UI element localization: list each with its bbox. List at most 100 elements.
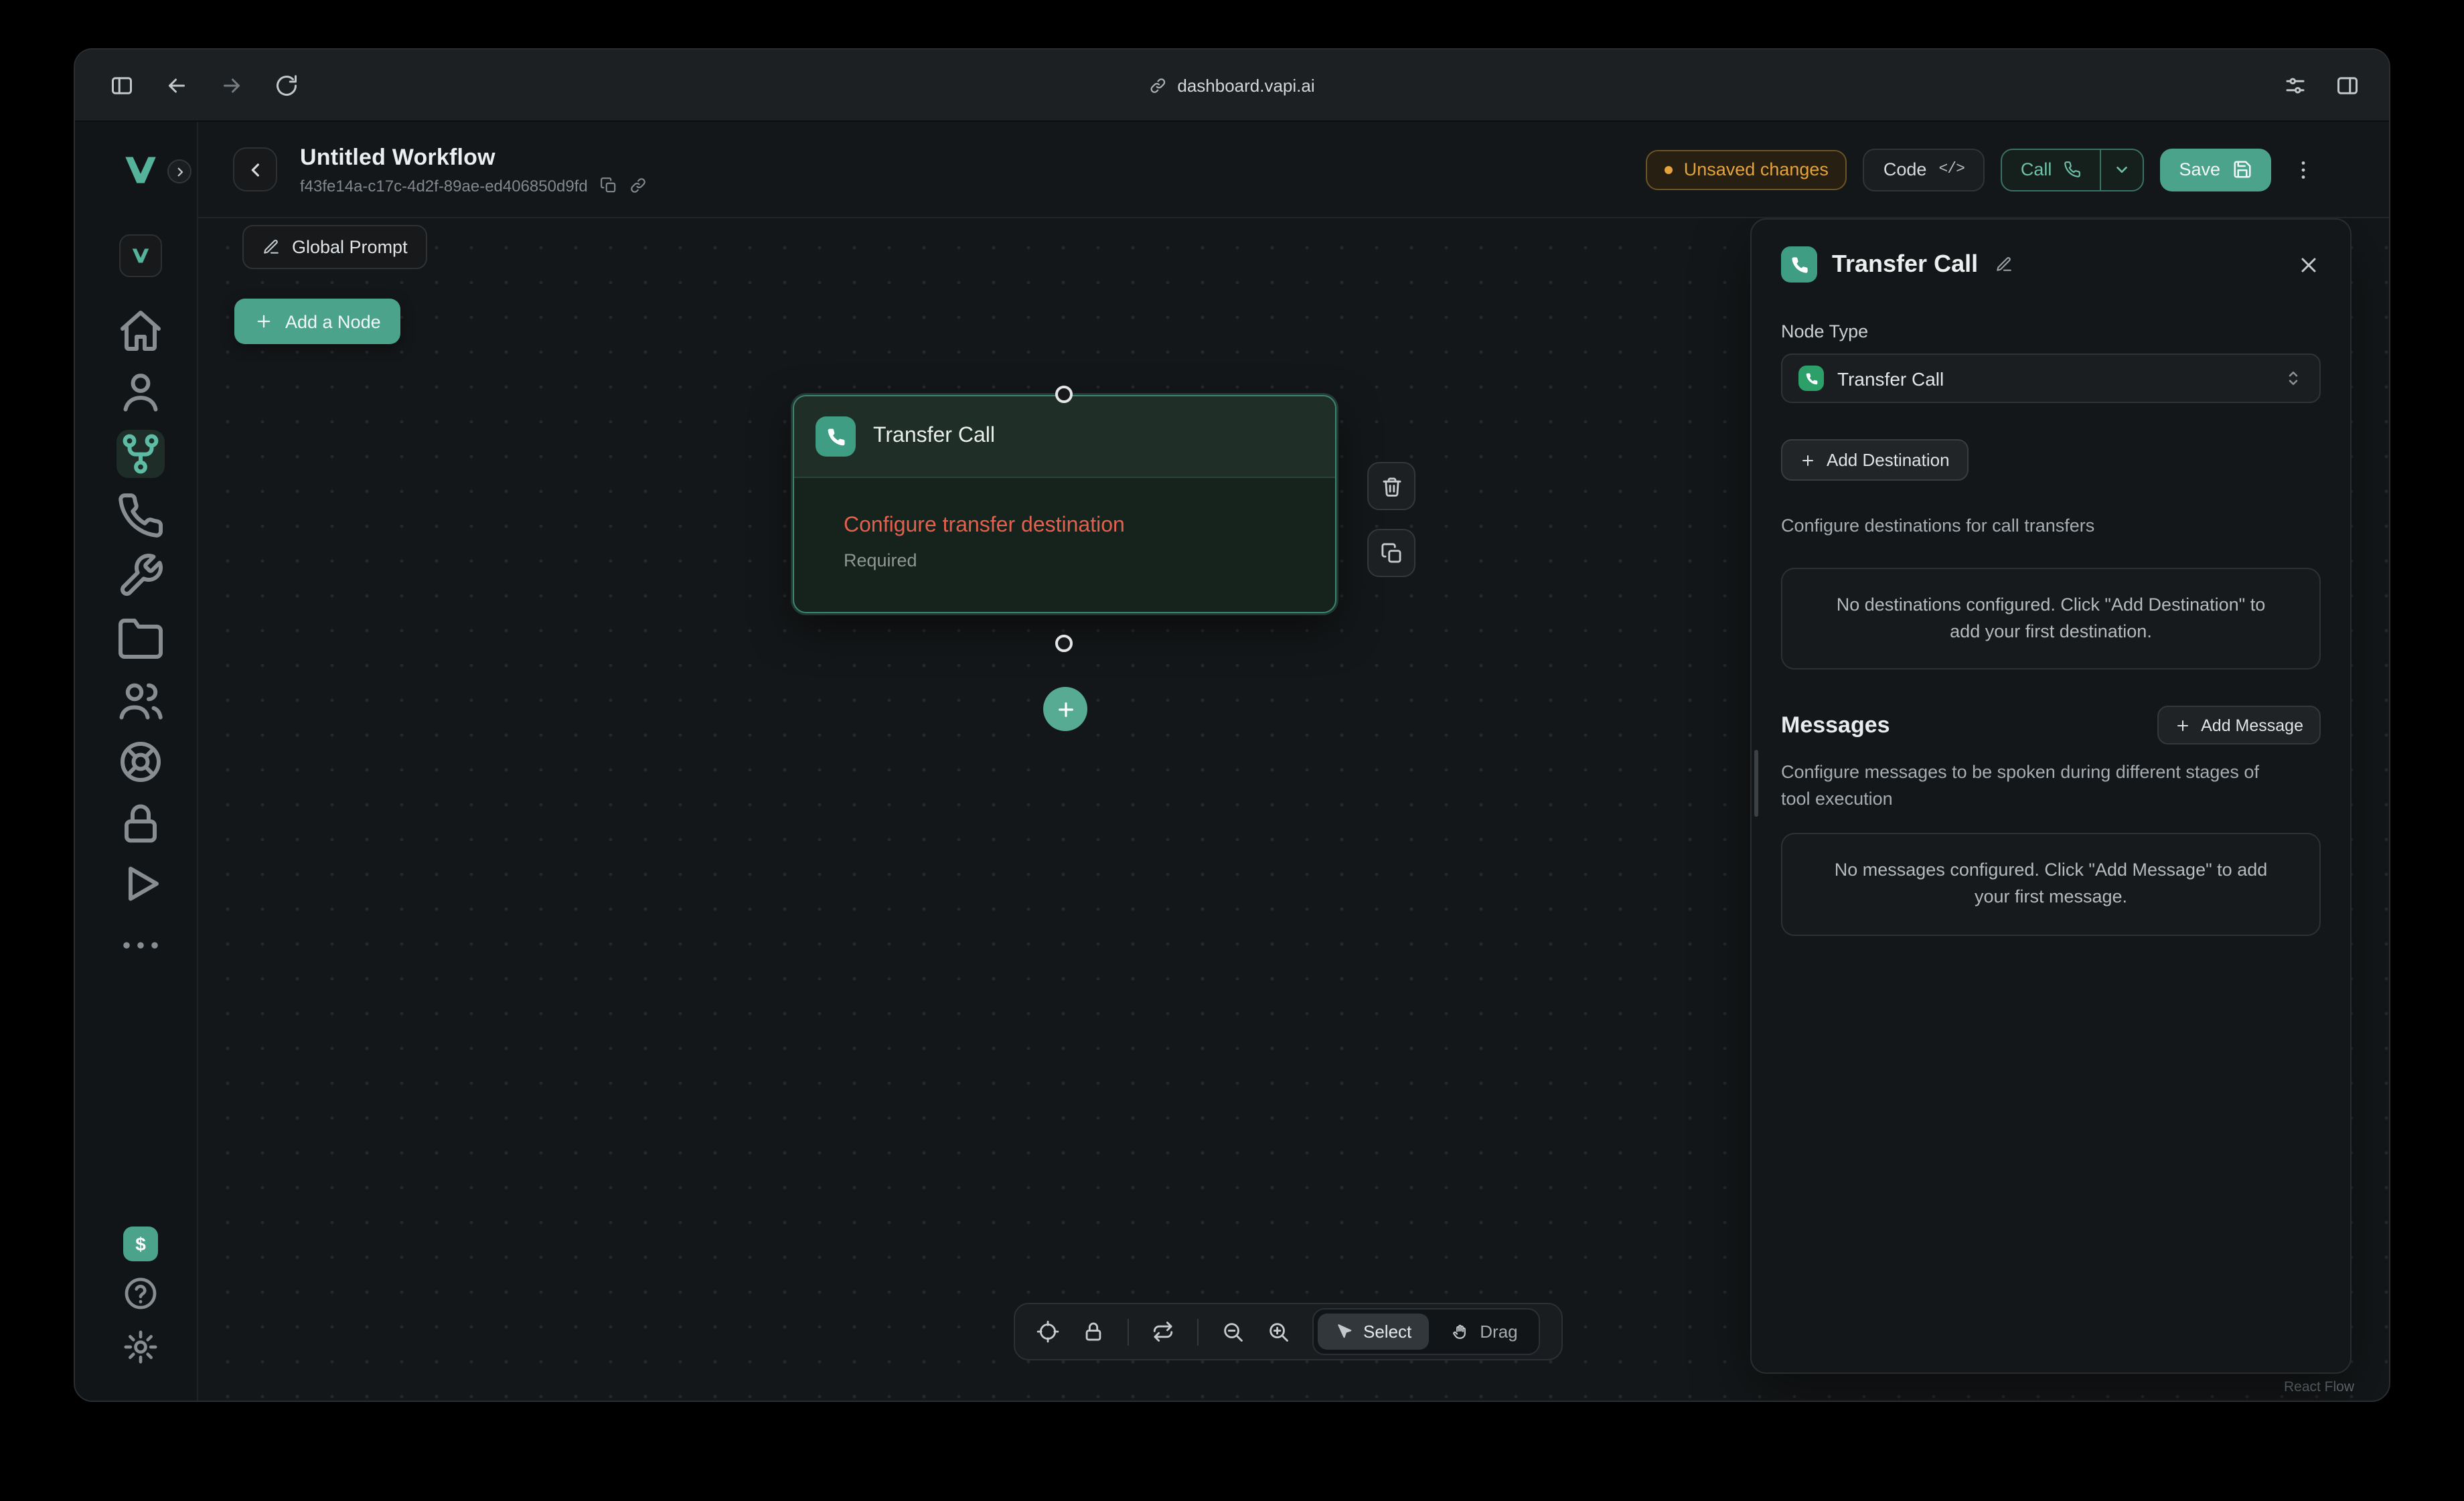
messages-empty-state: No messages configured. Click "Add Messa… <box>1781 833 2321 935</box>
help-icon[interactable] <box>122 1275 159 1312</box>
duplicate-node-button[interactable] <box>1367 529 1415 577</box>
code-button[interactable]: Code </> <box>1863 148 1985 191</box>
zoom-in-icon[interactable] <box>1267 1320 1290 1343</box>
sidebar-item-test-icon[interactable] <box>117 860 165 908</box>
node-handle-top[interactable] <box>1055 386 1073 403</box>
browser-nav-controls <box>110 73 299 97</box>
browser-back-icon[interactable] <box>165 73 189 97</box>
node-type-phone-icon <box>1798 366 1824 391</box>
transfer-call-node[interactable]: Transfer Call Configure transfer destina… <box>793 395 1336 613</box>
vapi-logo-icon[interactable] <box>123 153 158 187</box>
trash-icon <box>1380 475 1403 497</box>
add-node-button[interactable]: Add a Node <box>234 299 401 344</box>
add-connected-node-button[interactable] <box>1043 687 1087 731</box>
node-handle-bottom[interactable] <box>1055 635 1073 652</box>
workflow-id-row: f43fe14a-c17c-4d2f-89ae-ed406850d9fd <box>300 176 647 195</box>
save-button[interactable]: Save <box>2160 148 2271 191</box>
panel-resize-handle[interactable] <box>1754 750 1758 817</box>
fit-view-icon[interactable] <box>1036 1320 1059 1343</box>
plus-icon <box>2174 717 2190 733</box>
header-actions: Unsaved changes Code </> Call <box>1646 148 2319 191</box>
sidebar-item-assistants-icon[interactable] <box>117 368 165 416</box>
add-destination-label: Add Destination <box>1827 450 1950 470</box>
save-icon <box>2232 159 2252 179</box>
destinations-hint: Configure destinations for call transfer… <box>1781 513 2321 539</box>
unsaved-changes-badge: Unsaved changes <box>1646 149 1847 189</box>
toolbar-divider <box>1128 1318 1129 1345</box>
org-switcher-button[interactable] <box>119 234 162 277</box>
add-message-button[interactable]: Add Message <box>2157 706 2321 744</box>
add-destination-button[interactable]: Add Destination <box>1781 439 1969 481</box>
browser-sidebar-toggle-icon[interactable] <box>110 73 134 97</box>
zoom-out-icon[interactable] <box>1221 1320 1244 1343</box>
messages-hint: Configure messages to be spoken during d… <box>1781 759 2283 811</box>
canvas-toolbar: Select Drag <box>1014 1303 1563 1360</box>
page-title: Untitled Workflow <box>300 144 647 171</box>
workflow-title-block: Untitled Workflow f43fe14a-c17c-4d2f-89a… <box>300 144 647 195</box>
settings-gear-icon[interactable] <box>122 1328 159 1366</box>
node-inspector-panel: Transfer Call Node Type Transfer Call <box>1750 218 2352 1374</box>
app-sidebar: $ <box>75 122 198 1402</box>
duplicate-icon <box>1380 542 1403 564</box>
call-button-label: Call <box>2021 159 2052 179</box>
sidebar-item-workflows-icon[interactable] <box>117 430 165 478</box>
sidebar-item-files-icon[interactable] <box>117 615 165 663</box>
call-split-button: Call <box>2001 148 2145 191</box>
billing-button[interactable]: $ <box>123 1227 158 1261</box>
sidebar-item-support-icon[interactable] <box>117 738 165 786</box>
url-link-icon <box>1149 76 1166 94</box>
add-message-label: Add Message <box>2201 716 2303 734</box>
node-type-label: Node Type <box>1781 321 2321 341</box>
sidebar-expand-button[interactable] <box>167 159 191 183</box>
plus-icon <box>1800 452 1816 468</box>
address-bar[interactable]: dashboard.vapi.ai <box>1149 75 1314 95</box>
messages-header-row: Messages Add Message <box>1781 706 2321 744</box>
sidebar-item-api-keys-icon[interactable] <box>117 799 165 848</box>
messages-title: Messages <box>1781 712 1890 738</box>
workflow-canvas[interactable]: Global Prompt Add a Node Transfer Call <box>198 218 2389 1402</box>
pointer-mode-group: Select Drag <box>1312 1308 1541 1355</box>
save-button-label: Save <box>2179 159 2220 179</box>
sidebar-item-tools-icon[interactable] <box>117 552 165 600</box>
unsaved-badge-label: Unsaved changes <box>1684 159 1829 179</box>
node-warning-text: Configure transfer destination <box>844 514 1308 538</box>
auto-layout-icon[interactable] <box>1152 1320 1174 1343</box>
call-button[interactable]: Call <box>2002 149 2100 189</box>
sidebar-item-squads-icon[interactable] <box>117 676 165 724</box>
select-mode-button[interactable]: Select <box>1318 1314 1429 1350</box>
browser-reload-icon[interactable] <box>275 73 299 97</box>
sidebar-item-more-icon[interactable] <box>117 921 165 969</box>
global-prompt-label: Global Prompt <box>292 237 408 257</box>
browser-window: dashboard.vapi.ai <box>74 48 2390 1402</box>
node-type-select[interactable]: Transfer Call <box>1781 353 2321 403</box>
rename-node-icon[interactable] <box>1995 256 2013 273</box>
global-prompt-button[interactable]: Global Prompt <box>242 225 428 269</box>
plus-icon <box>254 312 273 331</box>
node-action-buttons <box>1367 462 1415 577</box>
node-title: Transfer Call <box>873 424 995 449</box>
code-glyph: </> <box>1938 161 1964 178</box>
node-header: Transfer Call <box>794 396 1335 478</box>
delete-node-button[interactable] <box>1367 462 1415 510</box>
react-flow-attribution: React Flow <box>2284 1379 2354 1395</box>
code-button-label: Code <box>1883 159 1927 179</box>
back-button[interactable] <box>233 147 277 191</box>
sidebar-item-phone-numbers-icon[interactable] <box>117 491 165 540</box>
cursor-icon <box>1335 1323 1353 1340</box>
sidebar-item-home-icon[interactable] <box>117 307 165 355</box>
browser-tune-icon[interactable] <box>2283 73 2307 97</box>
header-menu-button[interactable] <box>2287 148 2319 191</box>
copy-id-icon[interactable] <box>600 177 617 194</box>
browser-forward-icon[interactable] <box>220 73 244 97</box>
panel-phone-icon <box>1781 246 1817 283</box>
call-dropdown-button[interactable] <box>2100 149 2143 189</box>
lock-canvas-icon[interactable] <box>1082 1320 1105 1343</box>
drag-mode-button[interactable]: Drag <box>1434 1314 1535 1350</box>
browser-panel-toggle-icon[interactable] <box>2335 73 2360 97</box>
node-phone-icon <box>816 416 856 457</box>
close-panel-icon[interactable] <box>2297 252 2321 276</box>
select-chevrons-icon <box>2283 368 2303 388</box>
destinations-empty-state: No destinations configured. Click "Add D… <box>1781 567 2321 669</box>
workflow-link-icon[interactable] <box>629 177 647 194</box>
app-content: $ Untitled Workflow f43fe14a-c17c-4d2f-8… <box>75 122 2389 1402</box>
